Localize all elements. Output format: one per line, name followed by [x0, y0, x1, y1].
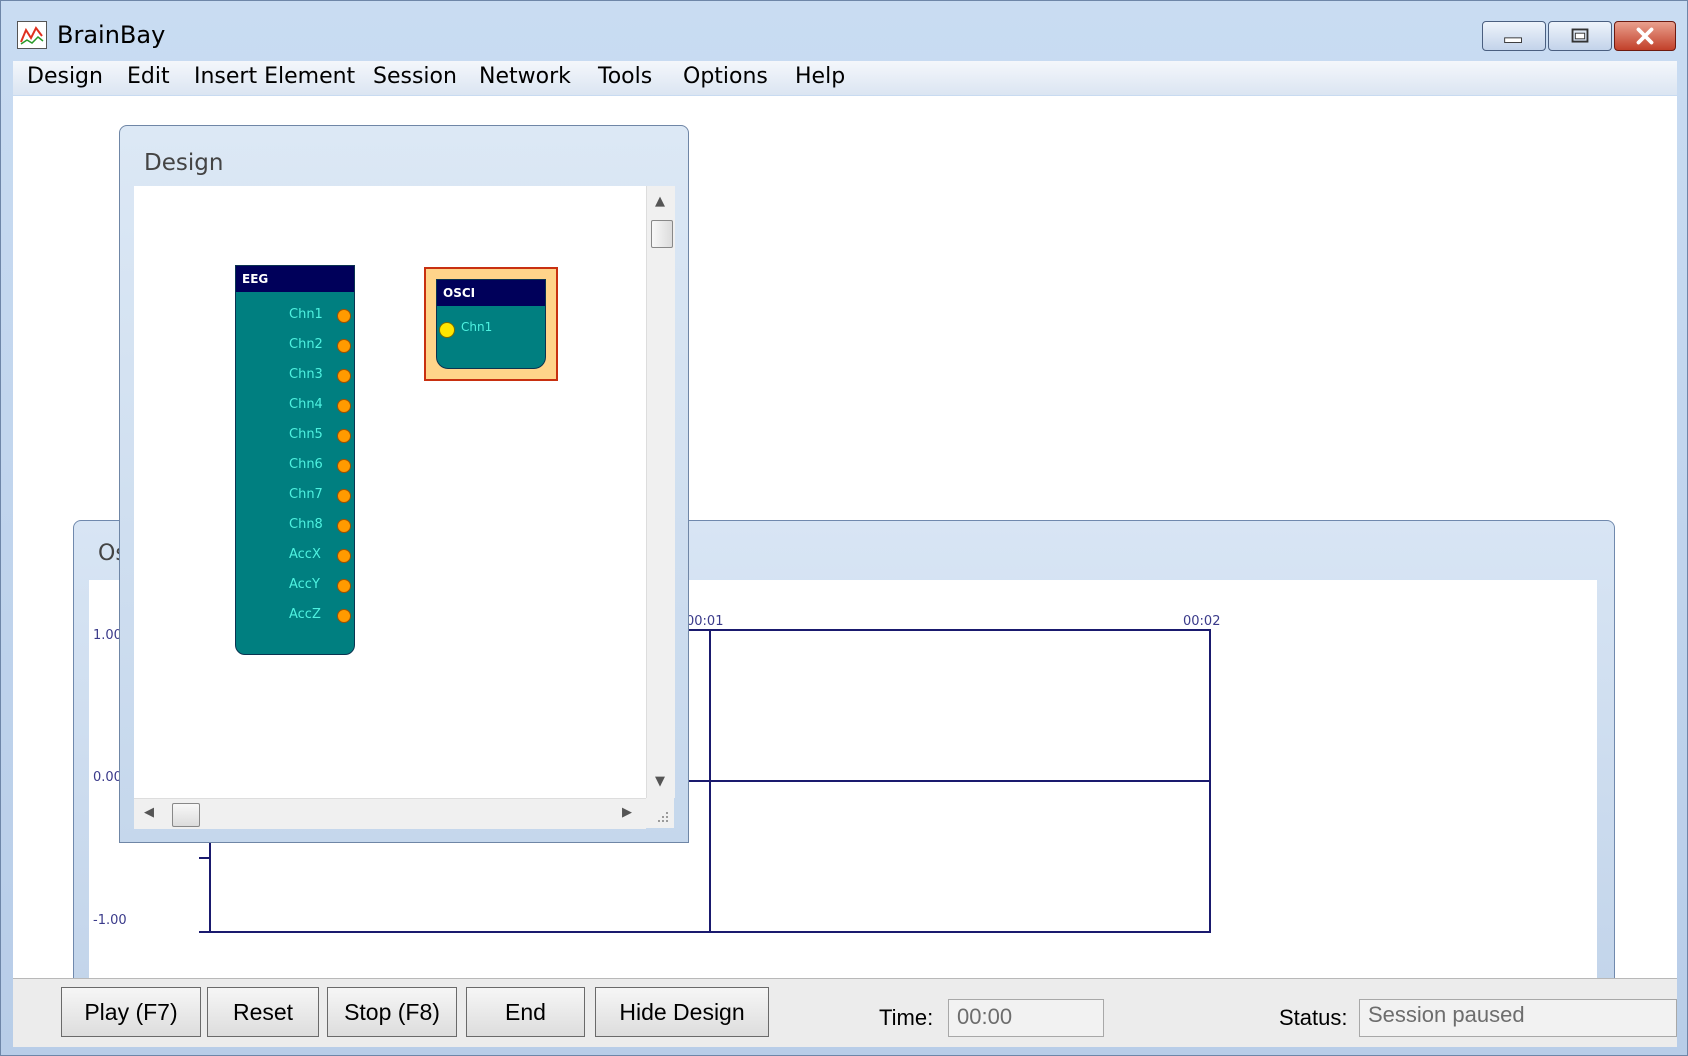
osci-module[interactable]: OSCI Chn1 — [436, 279, 546, 369]
horizontal-scroll-thumb[interactable] — [172, 803, 200, 827]
eeg-port-label: Chn2 — [289, 337, 323, 352]
eeg-port-label: Chn8 — [289, 517, 323, 532]
eeg-module-header: EEG — [236, 266, 354, 292]
eeg-port-label: AccZ — [289, 607, 321, 622]
design-horizontal-scrollbar[interactable]: ◀ ▶ — [134, 798, 646, 829]
menu-bar: Design Edit Insert Element Session Netwo… — [13, 61, 1677, 95]
eeg-output-port[interactable] — [337, 399, 351, 413]
eeg-output-port[interactable] — [337, 609, 351, 623]
eeg-port-label: Chn5 — [289, 427, 323, 442]
eeg-port-label: Chn6 — [289, 457, 323, 472]
scroll-down-icon[interactable]: ▼ — [655, 774, 665, 789]
eeg-output-port[interactable] — [337, 519, 351, 533]
reset-button[interactable]: Reset — [207, 987, 319, 1037]
maximize-button[interactable] — [1548, 21, 1612, 51]
session-toolbar: Play (F7) Reset Stop (F8) End Hide Desig… — [13, 978, 1677, 1047]
eeg-output-port[interactable] — [337, 429, 351, 443]
time-label: Time: — [879, 1005, 934, 1030]
maximize-icon — [1571, 28, 1589, 43]
menu-session[interactable]: Session — [373, 64, 457, 89]
design-window[interactable]: Design ▲ ▼ ◀ ▶ — [119, 125, 689, 843]
eeg-output-port[interactable] — [337, 549, 351, 563]
scroll-up-icon[interactable]: ▲ — [655, 194, 665, 209]
scroll-right-icon[interactable]: ▶ — [622, 805, 632, 820]
close-button[interactable] — [1614, 21, 1676, 51]
status-field: Session paused — [1359, 999, 1677, 1037]
brainbay-app-icon — [17, 21, 47, 49]
time-label: 00:01 — [686, 614, 724, 629]
menu-tools[interactable]: Tools — [598, 64, 652, 89]
eeg-output-port[interactable] — [337, 459, 351, 473]
eeg-output-port[interactable] — [337, 309, 351, 323]
play-button[interactable]: Play (F7) — [61, 987, 201, 1037]
resize-grip-icon[interactable] — [646, 798, 674, 828]
window-title: BrainBay — [57, 21, 166, 49]
design-window-title: Design — [144, 150, 224, 176]
osci-module-header: OSCI — [437, 280, 545, 306]
design-canvas[interactable] — [134, 186, 646, 798]
time-field: 00:00 — [948, 999, 1104, 1037]
title-bar[interactable]: BrainBay — [1, 1, 1687, 59]
eeg-port-label: Chn1 — [289, 307, 323, 322]
stop-button[interactable]: Stop (F8) — [327, 987, 457, 1037]
menu-options[interactable]: Options — [683, 64, 768, 89]
main-window: BrainBay Design Edit Insert Element Sess… — [0, 0, 1688, 1056]
eeg-port-label: Chn7 — [289, 487, 323, 502]
eeg-port-label: AccY — [289, 577, 320, 592]
minimize-button[interactable] — [1482, 21, 1546, 51]
menu-design[interactable]: Design — [27, 64, 103, 89]
hide-design-button[interactable]: Hide Design — [595, 987, 769, 1037]
y-tick-label: 0.00 — [93, 770, 122, 785]
scroll-left-icon[interactable]: ◀ — [144, 805, 154, 820]
eeg-port-label: AccX — [289, 547, 321, 562]
eeg-output-port[interactable] — [337, 369, 351, 383]
minimize-icon — [1504, 37, 1522, 43]
status-label: Status: — [1279, 1005, 1348, 1030]
design-vertical-scrollbar[interactable]: ▲ ▼ — [646, 186, 675, 798]
osci-port-label: Chn1 — [461, 320, 493, 334]
menu-network[interactable]: Network — [479, 64, 571, 89]
menu-insert-element[interactable]: Insert Element — [194, 64, 355, 89]
osci-module-selection[interactable]: OSCI Chn1 — [424, 267, 558, 381]
menu-help[interactable]: Help — [795, 64, 845, 89]
time-label: 00:02 — [1183, 614, 1221, 629]
eeg-port-label: Chn3 — [289, 367, 323, 382]
eeg-port-label: Chn4 — [289, 397, 323, 412]
eeg-output-port[interactable] — [337, 489, 351, 503]
eeg-output-port[interactable] — [337, 339, 351, 353]
menu-edit[interactable]: Edit — [127, 64, 170, 89]
eeg-output-port[interactable] — [337, 579, 351, 593]
end-button[interactable]: End — [466, 987, 585, 1037]
vertical-scroll-thumb[interactable] — [651, 220, 673, 248]
close-icon — [1636, 27, 1654, 45]
y-tick-label: 1.00 — [93, 628, 122, 643]
y-tick-label: -1.00 — [93, 913, 127, 928]
osci-input-port[interactable] — [439, 322, 455, 338]
